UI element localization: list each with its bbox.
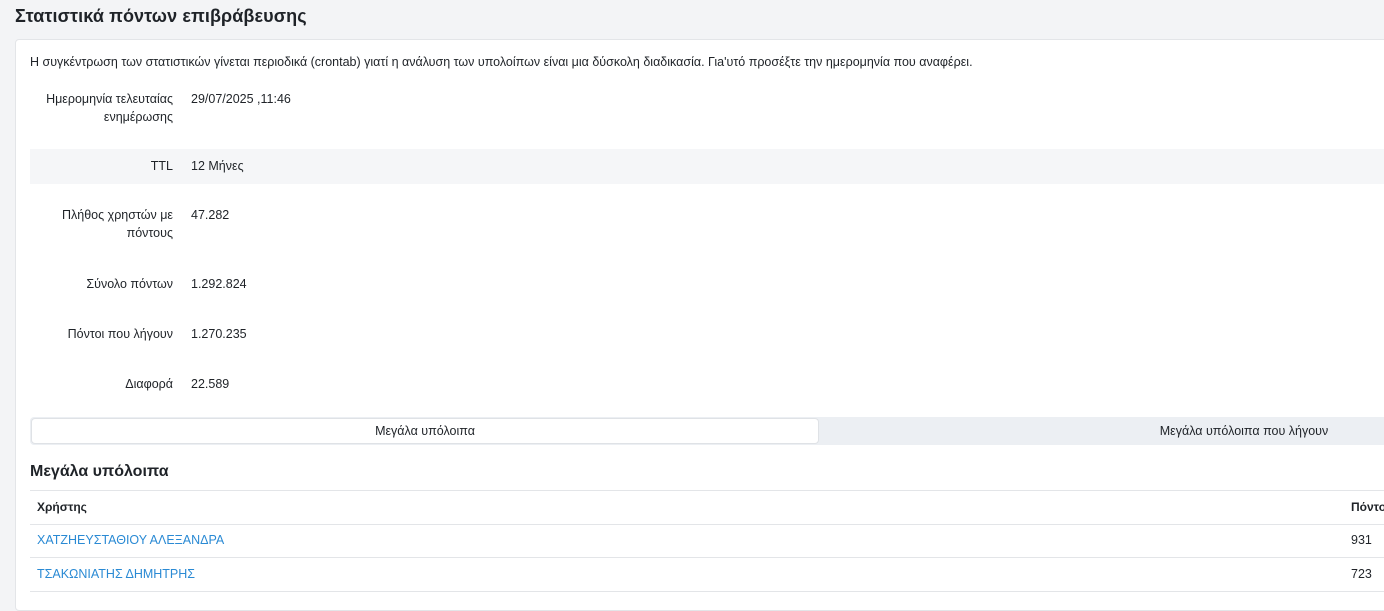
table-header: Χρήστης Πόντο [30,490,1384,525]
stat-row-last-update: Ημερομηνία τελευταίας ενημέρωσης 29/07/2… [30,88,1384,138]
column-header-points[interactable]: Πόντο [1351,500,1384,514]
stat-label: Πόντοι που λήγουν [67,327,173,341]
table-row: ΤΣΑΚΩΝΙΑΤΗΣ ΔΗΜΗΤΡΗΣ 723 [30,558,1384,592]
section-title: Μεγάλα υπόλοιπα [30,463,169,480]
stat-label: Διαφορά [125,377,173,391]
stat-row-users: Πλήθος χρηστών με πόντους 47.282 [30,206,1384,246]
intro-text: Η συγκέντρωση των στατιστικών γίνεται πε… [30,55,973,69]
user-link[interactable]: ΤΣΑΚΩΝΙΑΤΗΣ ΔΗΜΗΤΡΗΣ [37,567,195,581]
stat-row-expiring: Πόντοι που λήγουν 1.270.235 [30,325,1384,345]
stat-value: 12 Μήνες [191,159,244,173]
stat-row-difference: Διαφορά 22.589 [30,375,1384,395]
stat-value: 47.282 [191,208,230,222]
table-row: ΧΑΤΖΗΕΥΣΤΑΘΙΟΥ ΑΛΕΞΑΝΔΡΑ 931 [30,524,1384,558]
points-cell: 931 [1351,533,1372,547]
stat-value: 29/07/2025 ,11:46 [191,92,291,106]
tab-large-balances[interactable]: Μεγάλα υπόλοιπα [31,418,819,444]
column-header-user[interactable]: Χρήστης [37,500,87,514]
tab-expiring-balances[interactable]: Μεγάλα υπόλοιπα που λήγουν [819,418,1384,444]
stat-label: Πλήθος χρηστών με πόντους [62,208,173,240]
stat-label: TTL [150,159,173,173]
stat-label: Σύνολο πόντων [86,277,173,291]
stat-row-total: Σύνολο πόντων 1.292.824 [30,275,1384,295]
stat-label: Ημερομηνία τελευταίας ενημέρωσης [46,92,173,124]
tabs-bar: Μεγάλα υπόλοιπα Μεγάλα υπόλοιπα που λήγο… [30,417,1384,445]
stat-value: 1.292.824 [191,277,247,291]
page-title: Στατιστικά πόντων επιβράβευσης [15,6,307,26]
stat-value: 1.270.235 [191,327,247,341]
points-cell: 723 [1351,567,1372,581]
stats-panel: Η συγκέντρωση των στατιστικών γίνεται πε… [15,39,1384,611]
stat-value: 22.589 [191,377,230,391]
user-link[interactable]: ΧΑΤΖΗΕΥΣΤΑΘΙΟΥ ΑΛΕΞΑΝΔΡΑ [37,533,224,547]
stat-row-ttl: TTL 12 Μήνες [30,149,1384,184]
